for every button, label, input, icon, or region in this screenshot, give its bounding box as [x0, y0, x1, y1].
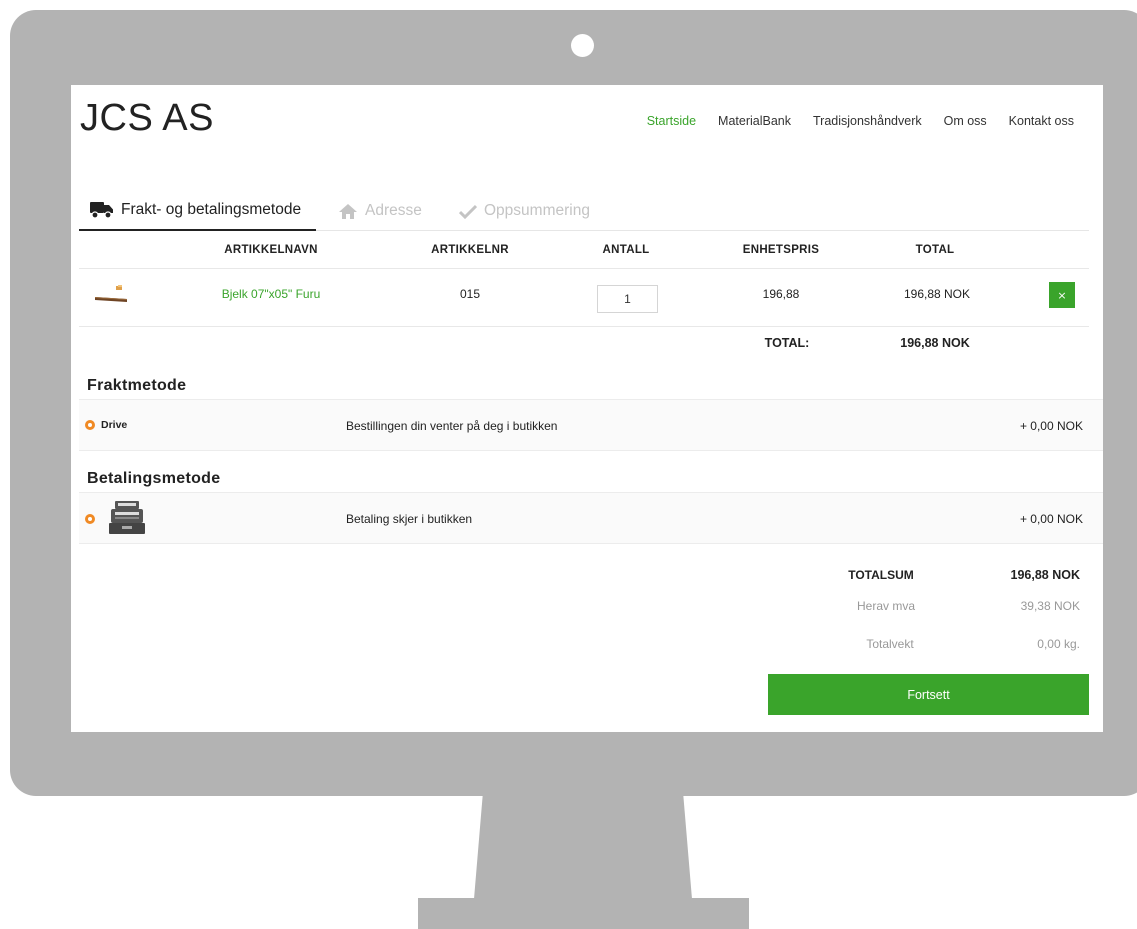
- unit-price: 196,88: [762, 287, 800, 301]
- quantity-input[interactable]: [597, 285, 658, 313]
- cart-total-line: TOTAL: 196,88 NOK: [79, 327, 1089, 357]
- payment-option-description: Betaling skjer i butikken: [346, 512, 473, 526]
- shipping-radio[interactable]: [85, 420, 95, 430]
- col-artikkelnr: ARTIKKELNR: [431, 244, 509, 256]
- step-label: Oppsummering: [484, 202, 590, 219]
- payment-title: Betalingsmetode: [87, 470, 221, 487]
- col-artikkelnavn: ARTIKKELNAVN: [224, 244, 318, 256]
- payment-radio[interactable]: [85, 514, 95, 524]
- shipping-title: Fraktmetode: [87, 377, 187, 394]
- site-logo[interactable]: JCS AS: [80, 97, 214, 140]
- step-label: Adresse: [365, 202, 422, 219]
- camera-dot: [571, 34, 594, 57]
- truck-icon: [90, 201, 114, 219]
- cash-register-icon: [109, 501, 145, 538]
- totalsum-value: 196,88 NOK: [1010, 568, 1080, 582]
- monitor-stand-base: [418, 898, 749, 929]
- payment-option-price: + 0,00 NOK: [1019, 512, 1083, 526]
- nav-kontakt-oss[interactable]: Kontakt oss: [1009, 114, 1074, 128]
- step-frakt-betaling[interactable]: Frakt- og betalingsmetode: [79, 191, 316, 231]
- nav-materialbank[interactable]: MaterialBank: [718, 114, 791, 128]
- remove-item-button[interactable]: ×: [1049, 282, 1075, 308]
- step-label: Frakt- og betalingsmetode: [121, 201, 302, 218]
- shipping-option-name: Drive: [101, 419, 128, 431]
- shipping-option-price: + 0,00 NOK: [1019, 419, 1083, 433]
- line-total: 196,88 NOK: [903, 287, 971, 301]
- weight-value: 0,00 kg.: [1037, 637, 1080, 651]
- checkout-steps: Frakt- og betalingsmetode Adresse Oppsum…: [79, 191, 1089, 231]
- screen: JCS AS Startside MaterialBank Tradisjons…: [71, 85, 1103, 732]
- table-row: Bjelk 07"x05" Furu 015 196,88 196,88 NOK…: [79, 269, 1089, 327]
- monitor-stand-neck: [474, 795, 692, 899]
- step-adresse[interactable]: Adresse: [338, 191, 422, 231]
- home-icon: [338, 203, 358, 220]
- shipping-option[interactable]: Drive Bestillingen din venter på deg i b…: [79, 399, 1103, 451]
- continue-button[interactable]: Fortsett: [768, 674, 1089, 715]
- cart-total-label: TOTAL:: [764, 336, 810, 350]
- main-nav: Startside MaterialBank Tradisjonshåndver…: [647, 114, 1074, 128]
- article-number: 015: [459, 287, 481, 301]
- product-name-link[interactable]: Bjelk 07"x05" Furu: [222, 287, 321, 301]
- vat-value: 39,38 NOK: [1020, 599, 1080, 613]
- col-antall: ANTALL: [602, 244, 650, 256]
- col-enhetspris: ENHETSPRIS: [742, 244, 820, 256]
- nav-tradisjonshandverk[interactable]: Tradisjonshåndverk: [813, 114, 922, 128]
- cart-header: ARTIKKELNAVN ARTIKKELNR ANTALL ENHETSPRI…: [79, 231, 1089, 269]
- step-oppsummering[interactable]: Oppsummering: [459, 191, 590, 231]
- checkmark-icon: [459, 204, 477, 219]
- product-thumbnail[interactable]: [94, 283, 128, 305]
- shipping-option-description: Bestillingen din venter på deg i butikke…: [346, 419, 558, 433]
- vat-label: Herav mva: [856, 599, 916, 613]
- weight-label: Totalvekt: [866, 637, 914, 651]
- nav-startside[interactable]: Startside: [647, 114, 696, 128]
- col-total: TOTAL: [915, 244, 955, 256]
- cart-total-value: 196,88 NOK: [900, 336, 970, 350]
- payment-option[interactable]: Betaling skjer i butikken + 0,00 NOK: [79, 492, 1103, 544]
- nav-om-oss[interactable]: Om oss: [944, 114, 987, 128]
- totalsum-label: TOTALSUM: [848, 568, 914, 582]
